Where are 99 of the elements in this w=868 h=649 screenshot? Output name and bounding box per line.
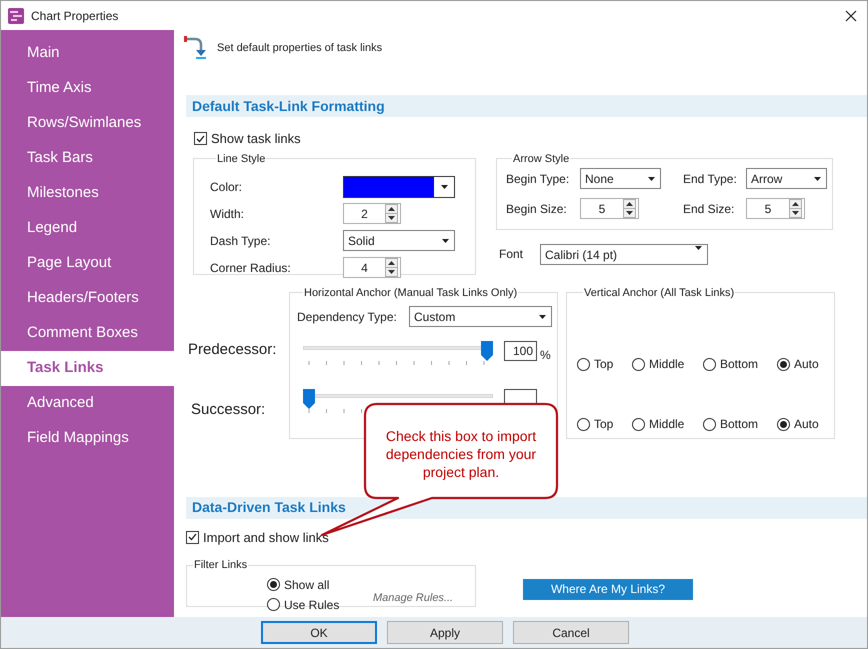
radio-label: Top bbox=[594, 416, 614, 433]
manage-rules-link[interactable]: Manage Rules... bbox=[373, 590, 454, 606]
section-header: Data-Driven Task Links bbox=[186, 496, 867, 518]
radio-label: Bottom bbox=[720, 416, 758, 433]
caret-icon bbox=[814, 176, 821, 180]
sidebar-item[interactable]: Task Links bbox=[1, 351, 174, 386]
group-title: Filter Links bbox=[193, 558, 248, 573]
field-label: End Type: bbox=[683, 170, 738, 188]
app-icon bbox=[8, 8, 24, 24]
checkbox[interactable] bbox=[194, 132, 207, 146]
radio-label: Bottom bbox=[720, 356, 758, 373]
sidebar-item[interactable]: Legend bbox=[1, 211, 174, 246]
field-label: End Size: bbox=[683, 200, 736, 218]
dialog-button[interactable]: Cancel bbox=[513, 621, 629, 644]
radio-button[interactable] bbox=[632, 358, 645, 370]
header-text: Set default properties of task links bbox=[217, 41, 382, 56]
checkbox[interactable] bbox=[186, 530, 199, 544]
anchor-label: Successor: bbox=[191, 400, 266, 420]
spin-box[interactable]: 4 bbox=[343, 257, 401, 278]
dialog-button[interactable]: Apply bbox=[387, 621, 503, 644]
radio-label: Middle bbox=[649, 416, 684, 433]
radio-button[interactable] bbox=[632, 418, 645, 430]
dropdown[interactable]: Solid bbox=[343, 230, 455, 251]
checkbox-label: Import and show links bbox=[203, 528, 329, 547]
anchor-label: Predecessor: bbox=[188, 340, 278, 360]
radio-button[interactable] bbox=[777, 358, 790, 370]
group-title: Line Style bbox=[216, 152, 266, 166]
dropdown[interactable]: Calibri (14 pt) bbox=[540, 244, 708, 264]
group-title: Vertical Anchor (All Task Links) bbox=[583, 286, 736, 300]
spin-value: 2 bbox=[360, 206, 369, 222]
dropdown[interactable]: Arrow bbox=[746, 168, 827, 189]
sidebar-item[interactable]: Field Mappings bbox=[1, 421, 174, 456]
spin-value: 5 bbox=[764, 200, 772, 218]
radio-label: Middle bbox=[649, 356, 684, 373]
dropdown-value: Calibri (14 pt) bbox=[545, 246, 618, 264]
radio-label: Auto bbox=[794, 356, 819, 373]
field-label: Dependency Type: bbox=[297, 308, 398, 326]
sidebar-item[interactable]: Rows/Swimlanes bbox=[1, 106, 174, 141]
field-label: Font bbox=[499, 246, 524, 263]
sidebar-item[interactable]: Main bbox=[1, 36, 174, 71]
radio-label: Auto bbox=[794, 416, 819, 433]
radio-button[interactable] bbox=[577, 358, 590, 370]
group-title: Horizontal Anchor (Manual Task Links Only) bbox=[303, 286, 518, 300]
radio-label: Use Rules bbox=[284, 596, 340, 614]
spin-box[interactable]: 5 bbox=[580, 198, 639, 219]
caret-icon bbox=[695, 246, 702, 250]
caret-icon bbox=[442, 238, 449, 242]
dropdown[interactable]: Custom bbox=[409, 306, 552, 327]
sidebar-item[interactable]: Advanced bbox=[1, 386, 174, 421]
slider-thumb[interactable] bbox=[303, 389, 315, 409]
caret-icon bbox=[648, 176, 655, 180]
spin-arrows-icon bbox=[789, 199, 802, 218]
spin-arrows-icon bbox=[385, 258, 398, 277]
checkbox-label: Show task links bbox=[211, 130, 301, 148]
value-field[interactable]: 100 bbox=[504, 341, 537, 361]
spin-value: 4 bbox=[360, 260, 369, 276]
sidebar-item[interactable]: Headers/Footers bbox=[1, 281, 174, 316]
color-picker[interactable] bbox=[343, 176, 455, 198]
unit-label: % bbox=[540, 347, 551, 364]
dialog-button[interactable]: OK bbox=[261, 621, 377, 644]
group-title: Arrow Style bbox=[512, 152, 570, 166]
caret-icon bbox=[539, 314, 546, 318]
radio-button[interactable] bbox=[267, 578, 280, 591]
radio-button[interactable] bbox=[577, 418, 590, 430]
dropdown-value: Arrow bbox=[751, 170, 782, 188]
field-label: Color: bbox=[210, 178, 242, 196]
sidebar-item[interactable]: Task Bars bbox=[1, 141, 174, 176]
dropdown[interactable]: None bbox=[580, 168, 661, 189]
spin-box[interactable]: 5 bbox=[746, 198, 805, 219]
caret-icon bbox=[440, 184, 448, 188]
field-label: Dash Type: bbox=[210, 232, 270, 250]
spin-box[interactable]: 2 bbox=[343, 203, 401, 224]
sidebar-item[interactable]: Time Axis bbox=[1, 71, 174, 106]
sidebar-item[interactable]: Comment Boxes bbox=[1, 316, 174, 351]
field-label: Begin Size: bbox=[506, 200, 568, 218]
sidebar-item[interactable]: Page Layout bbox=[1, 246, 174, 281]
radio-button[interactable] bbox=[267, 598, 280, 611]
radio-button[interactable] bbox=[703, 358, 716, 370]
section-header: Default Task-Link Formatting bbox=[186, 95, 867, 117]
slider-thumb[interactable] bbox=[481, 341, 493, 361]
dropdown-value: None bbox=[585, 170, 614, 188]
callout-text: Check this box to import dependencies from your project plan. bbox=[384, 427, 538, 481]
radio-label: Top bbox=[594, 356, 614, 373]
field-label: Corner Radius: bbox=[210, 260, 291, 276]
dropdown-value: Solid bbox=[348, 232, 375, 250]
radio-button[interactable] bbox=[703, 418, 716, 430]
field-label: Begin Type: bbox=[506, 170, 570, 188]
spin-value: 5 bbox=[598, 200, 606, 218]
window-title: Chart Properties bbox=[31, 8, 120, 24]
field-label: Width: bbox=[210, 206, 244, 222]
spin-arrows-icon bbox=[623, 199, 636, 218]
link-arrow-icon bbox=[183, 35, 207, 59]
sidebar-item[interactable]: Milestones bbox=[1, 176, 174, 211]
spin-arrows-icon bbox=[385, 204, 398, 223]
close-icon[interactable] bbox=[845, 10, 857, 22]
radio-label: Show all bbox=[284, 576, 330, 594]
dropdown-value: Custom bbox=[414, 308, 456, 326]
help-button[interactable]: Where Are My Links? bbox=[523, 578, 693, 600]
radio-button[interactable] bbox=[777, 418, 790, 430]
